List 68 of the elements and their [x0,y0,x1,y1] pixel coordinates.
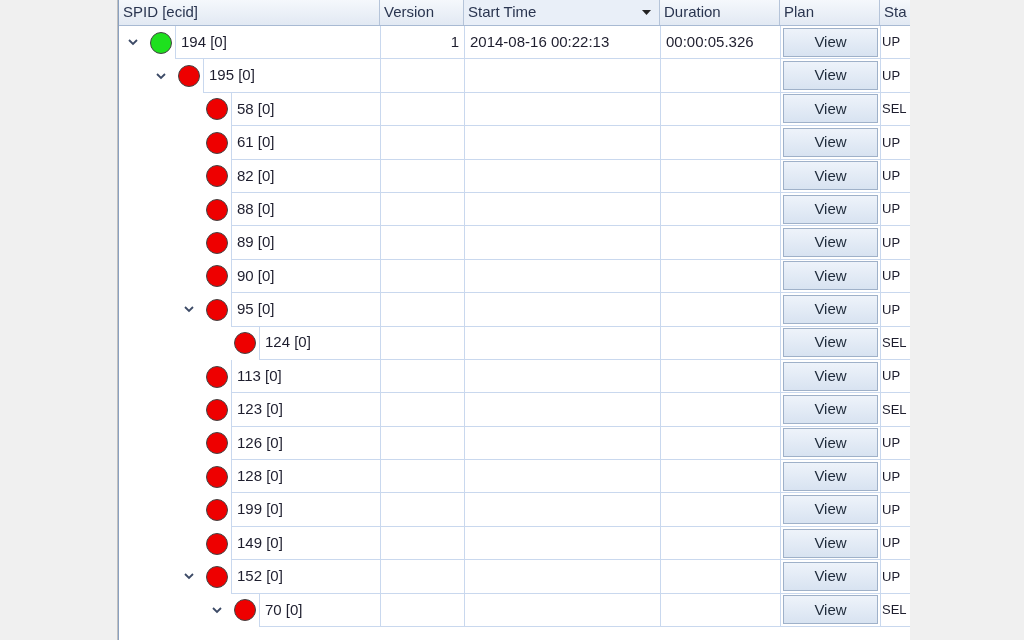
status-cell: UP [880,426,910,461]
spid-cell: 123 [0] [231,393,380,427]
status-cell: SEL [880,326,910,360]
status-cell: UP [880,226,910,260]
spid-cell: 82 [0] [231,159,380,193]
status-cell: UP [880,26,910,60]
view-button[interactable]: View [783,561,878,591]
start-time-cell: 2014-08-16 00:22:13 [464,26,660,60]
view-button[interactable]: View [783,294,878,324]
spid-cell: 194 [0] [175,26,380,60]
view-button[interactable]: View [783,395,878,424]
column-header[interactable]: Plan [780,0,880,25]
spid-cell: 61 [0] [231,126,380,160]
view-button[interactable]: View [783,461,878,491]
column-header[interactable]: SPID [ecid] [119,0,380,25]
view-button[interactable]: View [783,528,878,558]
status-cell: UP [880,560,910,594]
status-cell: UP [880,526,910,561]
status-cell: SEL [880,92,910,127]
spid-cell: 95 [0] [231,293,380,327]
chevron-down-icon[interactable] [184,306,194,314]
status-cell: SEL [880,593,910,628]
spid-cell: 195 [0] [203,59,380,93]
chevron-down-icon[interactable] [184,573,194,581]
spid-cell: 126 [0] [231,426,380,461]
spid-cell: 149 [0] [231,526,380,561]
view-button[interactable]: View [783,228,878,258]
spid-cell: 124 [0] [259,326,380,360]
column-header[interactable]: Duration [660,0,780,25]
spid-cell: 128 [0] [231,460,380,494]
status-cell: UP [880,259,910,294]
chevron-down-icon[interactable] [156,72,166,80]
spid-cell: 58 [0] [231,92,380,127]
sort-down-icon [642,10,651,15]
spid-cell: 70 [0] [259,593,380,628]
status-cell: UP [880,460,910,494]
view-button[interactable]: View [783,595,878,625]
column-header[interactable]: Start Time [464,0,660,25]
view-button[interactable]: View [783,428,878,458]
view-button[interactable]: View [783,495,878,525]
view-button[interactable]: View [783,361,878,391]
view-button[interactable]: View [783,127,878,157]
spid-cell: 113 [0] [231,359,380,394]
status-cell: UP [880,192,910,227]
status-cell: UP [880,359,910,394]
view-button[interactable]: View [783,161,878,191]
spid-cell: 152 [0] [231,560,380,594]
view-button[interactable]: View [783,27,878,57]
spid-cell: 88 [0] [231,192,380,227]
view-button[interactable]: View [783,328,878,358]
duration-cell: 00:00:05.326 [660,26,780,60]
view-button[interactable]: View [783,261,878,291]
status-cell: UP [880,159,910,193]
view-button[interactable]: View [783,94,878,124]
spid-cell: 89 [0] [231,226,380,260]
status-cell: UP [880,59,910,93]
view-button[interactable]: View [783,61,878,91]
status-cell: UP [880,126,910,160]
spid-cell: 199 [0] [231,493,380,527]
chevron-down-icon[interactable] [128,39,138,47]
chevron-down-icon[interactable] [212,606,222,614]
view-button[interactable]: View [783,194,878,224]
status-cell: UP [880,493,910,527]
spid-cell: 90 [0] [231,259,380,294]
version-cell: 1 [380,26,464,60]
column-header[interactable]: Sta [880,0,910,25]
status-cell: UP [880,293,910,327]
status-cell: SEL [880,393,910,427]
